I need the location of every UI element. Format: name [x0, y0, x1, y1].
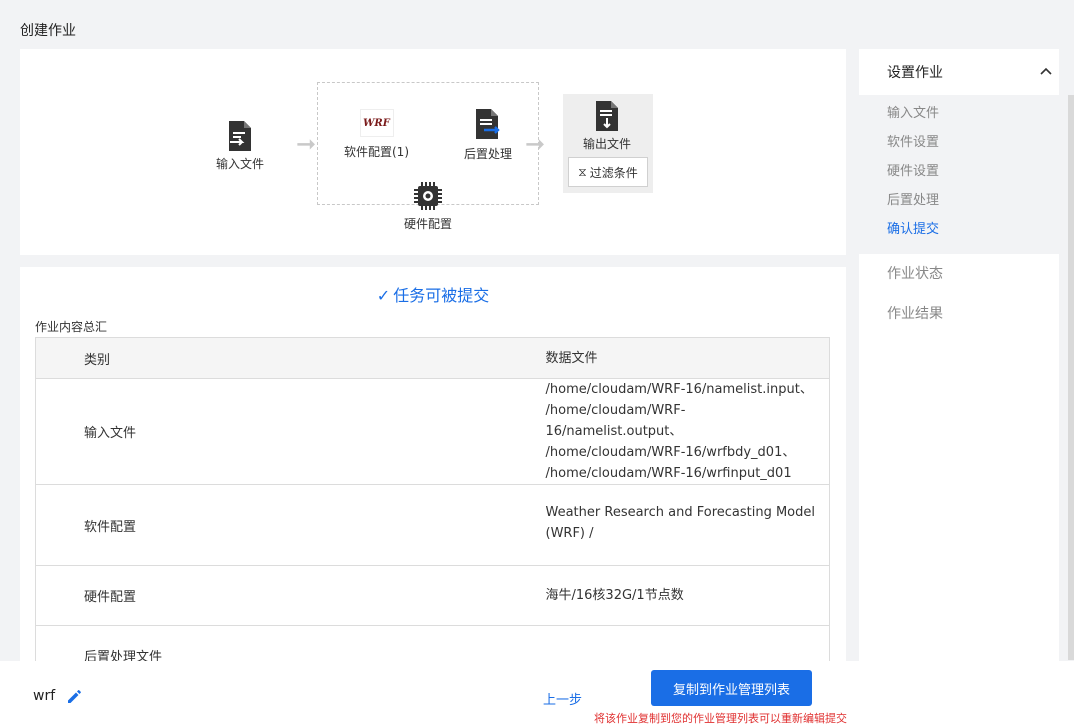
- copy-hint-text: 将该作业复制到您的作业管理列表可以重新编辑提交: [594, 712, 847, 725]
- check-icon: ✓: [376, 286, 391, 305]
- workflow-post-processing[interactable]: 后置处理: [464, 109, 512, 162]
- filter-icon: ⧖: [578, 164, 587, 179]
- filter-conditions-button[interactable]: ⧖ 过滤条件: [568, 157, 648, 187]
- post-processing-label: 后置处理: [464, 147, 513, 161]
- page-scrollbar[interactable]: [1068, 95, 1074, 660]
- filter-conditions-label: 过滤条件: [589, 165, 638, 180]
- sidebar-item-job-results[interactable]: 作业结果: [859, 294, 1059, 334]
- data-cell: Weather Research and Forecasting Model (…: [497, 484, 830, 566]
- page-title: 创建作业: [20, 23, 76, 39]
- table-row: 输入文件 /home/cloudam/WRF-16/namelist.input…: [35, 378, 830, 485]
- workflow-hardware-config[interactable]: 硬件配置: [404, 181, 452, 232]
- category-cell: 软件配置: [35, 484, 498, 566]
- chip-icon: [414, 182, 442, 210]
- post-processing-icon: [476, 109, 500, 139]
- chevron-up-icon: [1040, 67, 1052, 75]
- sidebar-item-input-files[interactable]: 输入文件: [887, 101, 1059, 130]
- input-file-icon: [229, 121, 251, 151]
- input-files-label: 输入文件: [216, 157, 265, 171]
- data-cell: 海牛/16核32G/1节点数: [497, 565, 830, 626]
- workflow-panel: 输入文件 ➞ WRF 软件配置(1) 后置处理 ➞ 硬件配置 输出文件 ⧖ 过滤…: [20, 49, 846, 255]
- sidebar-item-hardware-settings[interactable]: 硬件设置: [887, 159, 1059, 188]
- hardware-config-label: 硬件配置: [404, 217, 453, 231]
- summary-table: 类别 数据文件 输入文件 /home/cloudam/WRF-16/nameli…: [35, 337, 830, 667]
- bottom-action-bar: wrf 上一步 复制到作业管理列表 将该作业复制到您的作业管理列表可以重新编辑提…: [0, 661, 1074, 726]
- column-header-category: 类别: [35, 337, 498, 379]
- software-config-label: 软件配置(1): [344, 145, 409, 159]
- arrow-right-icon: ➞: [525, 130, 546, 158]
- data-line: 海牛/16核32G/1节点数: [545, 588, 684, 603]
- workflow-output-files[interactable]: 输出文件: [583, 101, 631, 152]
- table-header-row: 类别 数据文件: [35, 337, 830, 379]
- previous-step-button[interactable]: 上一步: [543, 689, 582, 708]
- output-file-icon: [596, 101, 618, 131]
- data-line: Weather Research and Forecasting Model: [545, 505, 816, 520]
- data-line: /home/cloudam/WRF-16/wrfbdy_d01、: [545, 445, 796, 460]
- category-cell: 硬件配置: [35, 565, 498, 626]
- copy-to-job-list-button[interactable]: 复制到作业管理列表: [651, 670, 812, 706]
- category-cell: 输入文件: [35, 378, 498, 485]
- sidebar-item-job-status[interactable]: 作业状态: [859, 254, 1059, 294]
- job-summary-panel: ✓ 任务可被提交 作业内容总汇 类别 数据文件 输入文件 /home/clouda…: [20, 267, 846, 667]
- data-line: /home/cloudam/WRF-16/namelist.output、: [545, 403, 686, 439]
- workflow-input-files[interactable]: 输入文件: [216, 121, 264, 172]
- sidebar-item-confirm-submit[interactable]: 确认提交: [887, 217, 1059, 246]
- data-line: /home/cloudam/WRF-16/wrfinput_d01: [545, 466, 792, 481]
- data-line: /home/cloudam/WRF-16/namelist.input、: [545, 382, 813, 397]
- sidebar-item-post-processing[interactable]: 后置处理: [887, 188, 1059, 217]
- pencil-icon[interactable]: [66, 687, 84, 705]
- steps-sidebar: 设置作业 输入文件 软件设置 硬件设置 后置处理 确认提交 作业状态 作业结果: [859, 49, 1059, 661]
- job-name: wrf: [33, 688, 56, 704]
- summary-title: 作业内容总汇: [35, 320, 108, 334]
- workflow-software-config[interactable]: WRF 软件配置(1): [344, 109, 409, 160]
- sidebar-header-label: 设置作业: [887, 65, 943, 81]
- arrow-right-icon: ➞: [296, 130, 317, 158]
- output-files-label: 输出文件: [583, 137, 632, 151]
- wrf-logo-icon: WRF: [359, 109, 394, 137]
- sidebar-item-software-settings[interactable]: 软件设置: [887, 130, 1059, 159]
- table-row: 软件配置 Weather Research and Forecasting Mo…: [35, 484, 830, 566]
- data-line: (WRF) /: [545, 526, 594, 541]
- column-header-data: 数据文件: [497, 337, 830, 379]
- submit-status: ✓ 任务可被提交: [20, 282, 846, 306]
- table-row: 硬件配置 海牛/16核32G/1节点数: [35, 565, 830, 626]
- sidebar-sub-list: 输入文件 软件设置 硬件设置 后置处理 确认提交: [859, 95, 1059, 254]
- submit-status-text: 任务可被提交: [393, 286, 490, 305]
- data-cell: /home/cloudam/WRF-16/namelist.input、 /ho…: [497, 378, 830, 485]
- sidebar-header[interactable]: 设置作业: [859, 49, 1059, 95]
